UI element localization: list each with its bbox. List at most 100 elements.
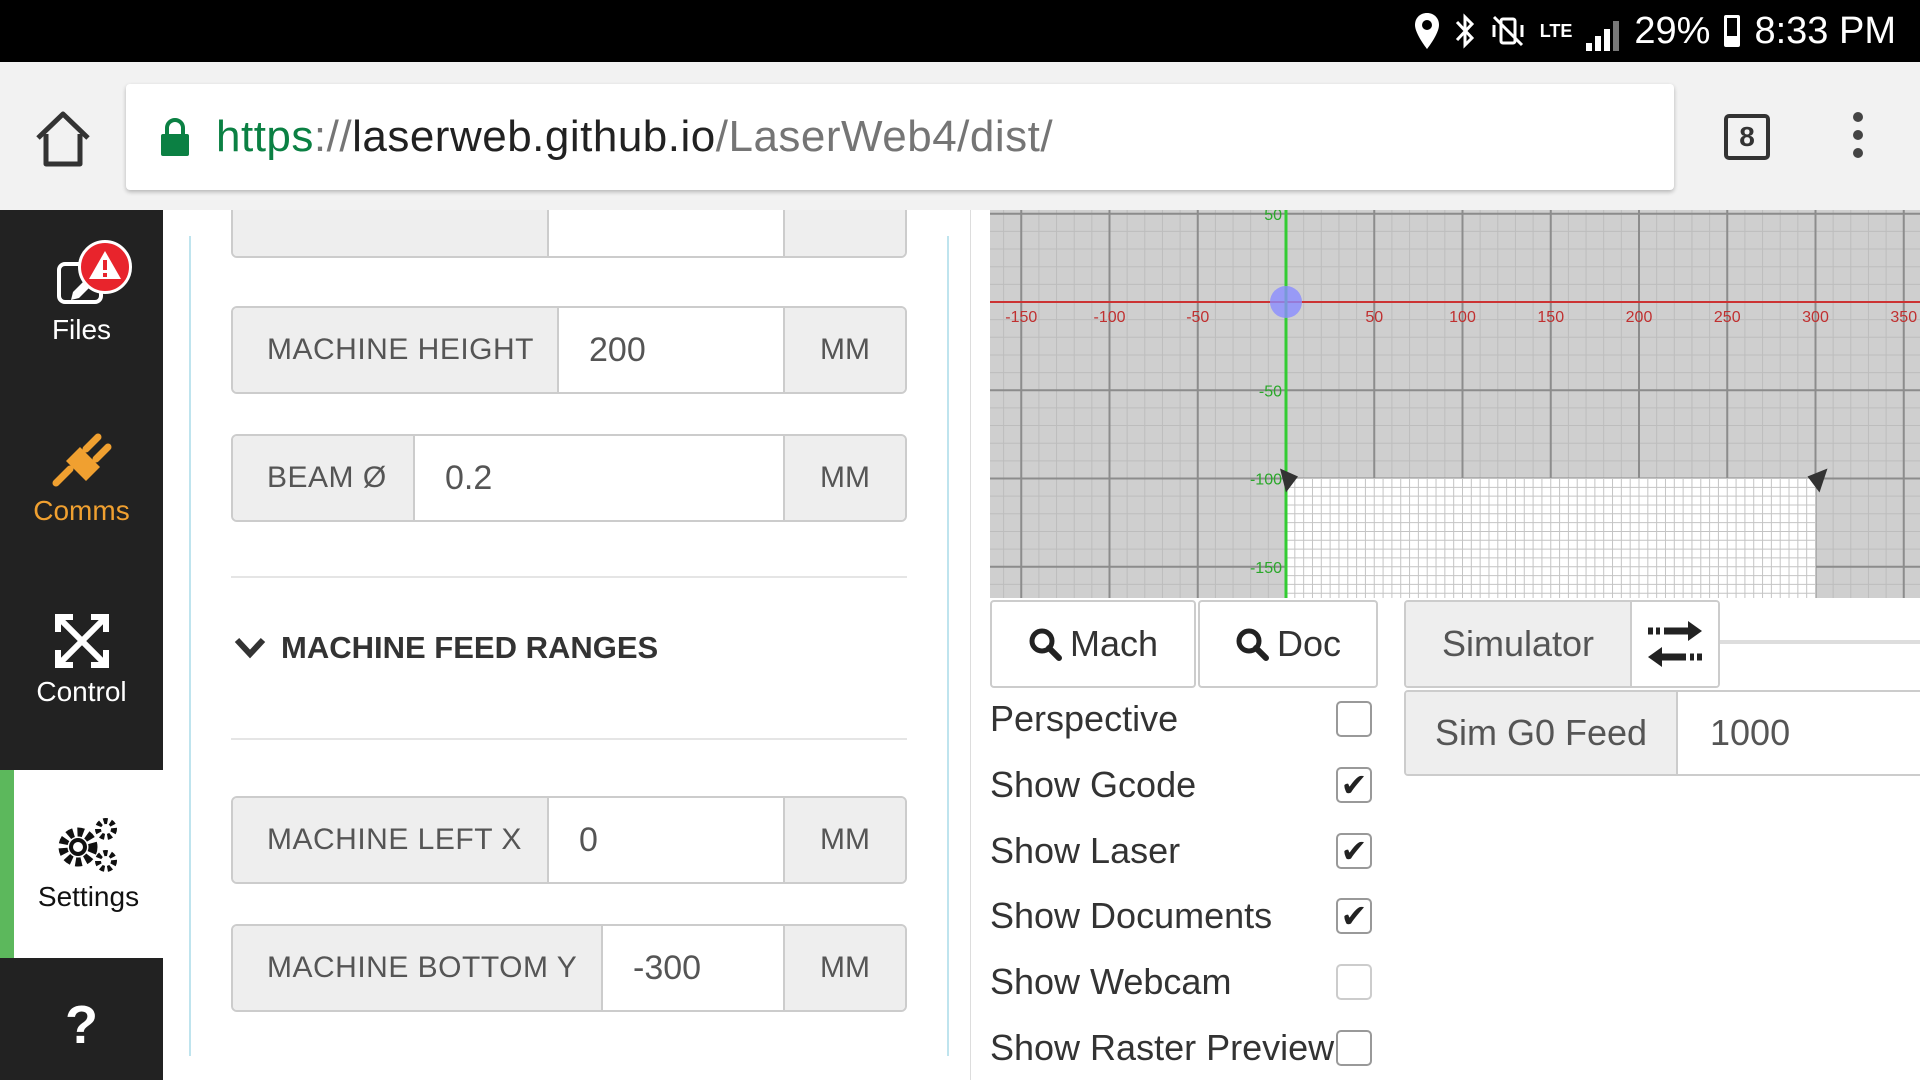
- sim-g0-feed-field: Sim G0 Feed 1000: [1404, 690, 1920, 776]
- x-tick-label: 300: [1802, 309, 1829, 326]
- option-perspective[interactable]: Perspective: [990, 689, 1372, 749]
- machine-left-x-field: MACHINE LEFT X 0 MM: [231, 796, 907, 884]
- option-label: Show Laser: [990, 830, 1181, 871]
- browser-toolbar: https://laserweb.github.io/LaserWeb4/dis…: [0, 62, 1920, 210]
- url-host: laserweb.github.io: [352, 112, 716, 161]
- workspace-canvas[interactable]: -150 -100 -50 50 100 150 200 250 300 350 50 -50 -100…: [990, 210, 1920, 598]
- signal-icon: [1586, 11, 1620, 51]
- battery-percent: 29%: [1634, 9, 1711, 52]
- battery-icon: [1724, 11, 1741, 51]
- y-tick-label: -50: [1259, 383, 1282, 400]
- sidebar-item-label: Comms: [33, 495, 130, 526]
- x-tick-label: 350: [1890, 309, 1917, 326]
- sidebar-item-comms[interactable]: Comms: [0, 390, 163, 570]
- checkmark-icon: ✔: [1340, 833, 1368, 869]
- machine-bottom-y-field: MACHINE BOTTOM Y -300 MM: [231, 924, 907, 1012]
- show-raster-preview-checkbox[interactable]: [1336, 1030, 1372, 1066]
- unit-label: MM: [783, 798, 905, 882]
- machine-bottom-y-input[interactable]: -300: [603, 926, 783, 1010]
- checkmark-icon: ✔: [1340, 898, 1368, 934]
- option-label: Show Gcode: [990, 764, 1197, 805]
- x-tick-label: 50: [1365, 309, 1383, 326]
- option-show-webcam[interactable]: Show Webcam: [990, 952, 1372, 1012]
- tab-switcher-button[interactable]: 8: [1724, 114, 1770, 160]
- url-scheme: https: [216, 112, 314, 161]
- x-tick-label: 200: [1626, 309, 1653, 326]
- workspace-grid: -150 -100 -50 50 100 150 200 250 300 350 50 -50 -100…: [990, 210, 1920, 598]
- y-tick-label: 50: [1264, 210, 1282, 224]
- lte-icon: LTE: [1539, 21, 1573, 41]
- y-tick-label: -100: [1250, 472, 1282, 489]
- swap-arrows-icon: [1648, 621, 1702, 667]
- show-webcam-checkbox[interactable]: [1336, 964, 1372, 1000]
- show-laser-checkbox[interactable]: ✔: [1336, 833, 1372, 869]
- x-tick-label: 100: [1449, 309, 1476, 326]
- unit-label: MM: [783, 926, 905, 1010]
- view-machine-button[interactable]: Mach: [990, 600, 1196, 688]
- sidebar-item-label: Control: [36, 676, 127, 707]
- search-icon: [1236, 628, 1269, 661]
- sidebar-item-control[interactable]: Control: [0, 570, 163, 750]
- option-show-gcode[interactable]: Show Gcode ✔: [990, 755, 1372, 815]
- sim-g0-feed-input[interactable]: 1000: [1678, 692, 1920, 774]
- show-documents-checkbox[interactable]: ✔: [1336, 898, 1372, 934]
- x-tick-label: 250: [1714, 309, 1741, 326]
- url-path: /LaserWeb4/dist/: [715, 112, 1054, 161]
- help-icon: ?: [65, 995, 98, 1055]
- arrows-move-icon: [54, 614, 109, 668]
- field-label: MACHINE LEFT X: [233, 798, 549, 882]
- home-button[interactable]: [30, 106, 96, 172]
- x-tick-label: -150: [1005, 309, 1037, 326]
- field-label: MACHINE HEIGHT: [233, 308, 559, 392]
- button-label: Mach: [1069, 623, 1159, 664]
- machine-left-x-input[interactable]: 0: [549, 798, 783, 882]
- sidebar-item-settings[interactable]: Settings: [0, 770, 163, 958]
- x-tick-label: -100: [1093, 309, 1125, 326]
- location-icon: [1414, 11, 1440, 51]
- unit-label: MM: [783, 436, 905, 520]
- sidebar-item-help[interactable]: ?: [0, 970, 163, 1080]
- option-label: Show Raster Preview: [990, 1027, 1335, 1068]
- show-gcode-checkbox[interactable]: ✔: [1336, 767, 1372, 803]
- section-toggle-feed-ranges[interactable]: MACHINE FEED RANGES: [233, 630, 658, 666]
- chevron-down-icon: [234, 637, 266, 659]
- option-show-documents[interactable]: Show Documents ✔: [990, 886, 1372, 946]
- beam-diameter-input[interactable]: 0.2: [415, 436, 783, 520]
- address-bar[interactable]: https://laserweb.github.io/LaserWeb4/dis…: [126, 84, 1674, 190]
- option-show-laser[interactable]: Show Laser ✔: [990, 821, 1372, 881]
- machine-height-field: MACHINE HEIGHT 200 MM: [231, 306, 907, 394]
- option-label: Show Documents: [990, 895, 1273, 936]
- y-tick-label: -150: [1250, 560, 1282, 577]
- gears-icon: [58, 818, 117, 872]
- option-label: Show Webcam: [990, 961, 1232, 1002]
- option-show-raster-preview[interactable]: Show Raster Preview: [990, 1018, 1372, 1078]
- machine-height-input[interactable]: 200: [559, 308, 783, 392]
- search-icon: [1029, 628, 1062, 661]
- sidebar-item-label: Settings: [37, 881, 140, 912]
- tab-count: 8: [1739, 121, 1755, 152]
- alert-badge: [78, 240, 132, 294]
- plug-icon: [52, 433, 111, 487]
- sidebar-item-files[interactable]: Files: [0, 210, 163, 390]
- input-group-clipped: [231, 210, 907, 258]
- view-document-button[interactable]: Doc: [1198, 600, 1378, 688]
- option-label: Perspective: [990, 698, 1179, 739]
- status-bar: LTE 29% 8:33 PM: [0, 0, 1920, 62]
- section-title: MACHINE FEED RANGES: [281, 630, 659, 665]
- perspective-checkbox[interactable]: [1336, 701, 1372, 737]
- overflow-menu-button[interactable]: [1846, 112, 1870, 164]
- origin-marker: [1270, 286, 1302, 318]
- sidebar: Files Comms Control Settings ?: [0, 210, 163, 1080]
- x-tick-label: -50: [1186, 309, 1209, 326]
- url-separator: ://: [313, 112, 353, 161]
- beam-diameter-field: BEAM Ø 0.2 MM: [231, 434, 907, 522]
- bluetooth-icon: [1454, 11, 1476, 51]
- vibrate-mute-icon: [1490, 11, 1526, 51]
- simulator-toggle-button[interactable]: [1632, 602, 1718, 686]
- simulator-slider[interactable]: [1720, 640, 1920, 644]
- settings-panel: MACHINE HEIGHT 200 MM BEAM Ø 0.2 MM MACH…: [163, 210, 971, 1080]
- checkmark-icon: ✔: [1340, 767, 1368, 803]
- sim-g0-feed-label: Sim G0 Feed: [1406, 692, 1678, 774]
- home-icon: [36, 111, 90, 167]
- sidebar-item-label: Files: [51, 314, 112, 345]
